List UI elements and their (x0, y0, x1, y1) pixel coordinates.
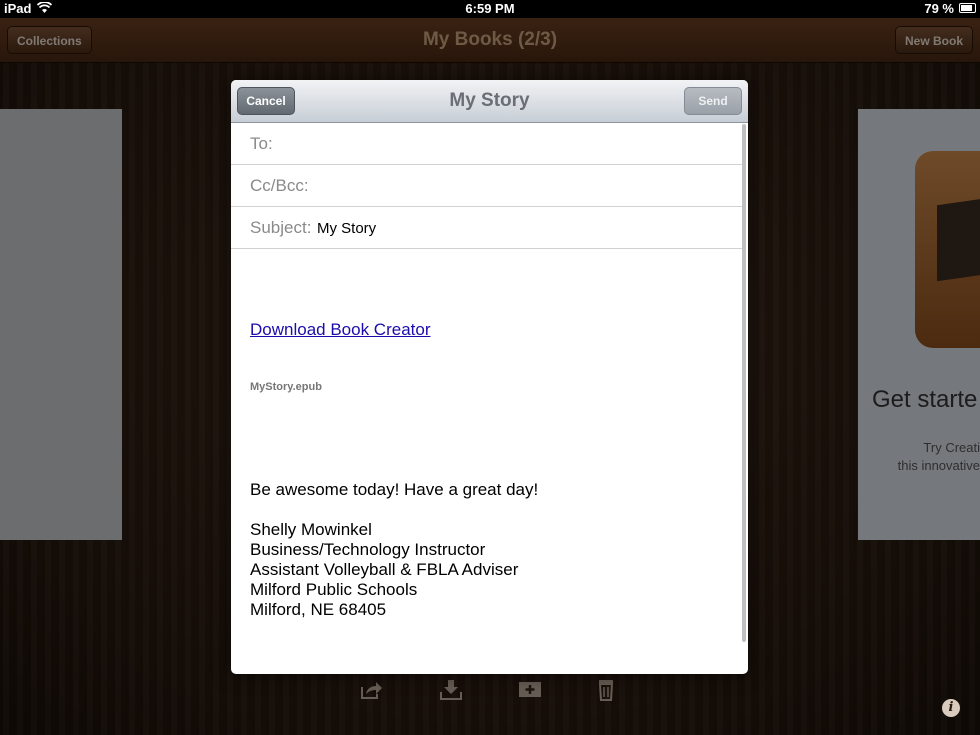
signature-line: Shelly Mowinkel (250, 520, 372, 539)
battery-icon (959, 3, 976, 13)
compose-header: Cancel My Story Send (231, 80, 748, 123)
scrollbar[interactable] (742, 124, 746, 642)
signature-line: Milford Public Schools (250, 580, 418, 599)
subject-label: Subject: (250, 218, 312, 237)
signature-line: Assistant Volleyball & FBLA Adviser (250, 560, 519, 579)
download-book-creator-link[interactable]: Download Book Creator (250, 320, 430, 340)
cc-bcc-field[interactable]: Cc/Bcc: (231, 165, 746, 207)
signature-line: Business/Technology Instructor (250, 540, 486, 559)
to-label: To: (250, 134, 273, 153)
compose-title: My Story (449, 90, 530, 111)
attachment-filename[interactable]: MyStory.epub (250, 381, 322, 393)
cc-bcc-label: Cc/Bcc: (250, 176, 309, 195)
subject-value[interactable]: My Story (317, 220, 376, 237)
status-bar: iPad 6:59 PM 79 % (0, 0, 980, 18)
mail-compose-sheet: Cancel My Story Send To: Cc/Bcc: Subject… (231, 80, 748, 674)
message-line: Be awesome today! Have a great day! (250, 480, 539, 499)
to-field[interactable]: To: (231, 123, 746, 165)
info-icon[interactable]: i (942, 699, 960, 717)
send-button[interactable]: Send (684, 87, 742, 115)
signature-line: Milford, NE 68405 (250, 600, 387, 619)
clock: 6:59 PM (465, 1, 515, 16)
subject-field[interactable]: Subject: My Story (231, 207, 746, 249)
battery-percentage: 79 % (924, 1, 954, 16)
